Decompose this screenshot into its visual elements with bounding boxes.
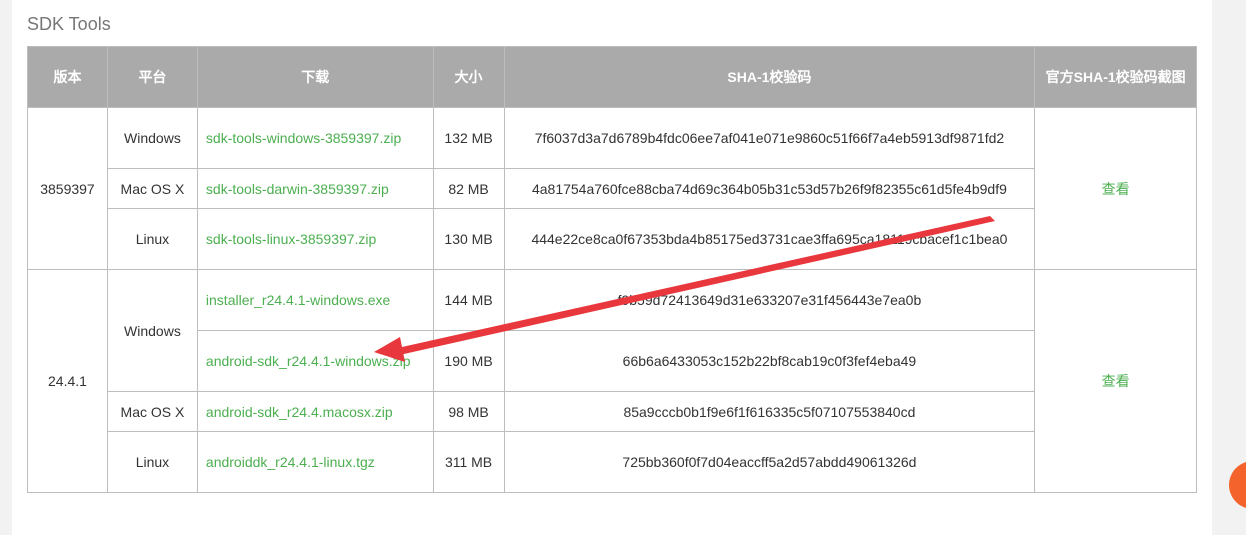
platform-cell: Mac OS X [106,168,198,209]
section-title: SDK Tools [27,14,111,34]
sha1-cell: 66b6a6433053c152b22bf8cab19c0f3fef4eba49 [503,330,1036,392]
sha1-cell: f9b59d72413649d31e633207e31f456443e7ea0b [503,269,1036,331]
header-official-sha1-screenshot: 官方SHA-1校验码截图 [1034,46,1197,108]
download-link[interactable]: sdk-tools-darwin-3859397.zip [196,168,434,209]
sha1-cell: 725bb360f0f7d04eaccff5a2d57abdd49061326d [503,431,1036,493]
table-header-row: 版本 平台 下载 大小 SHA-1校验码 官方SHA-1校验码截图 [27,46,1197,108]
size-cell: 190 MB [432,330,505,392]
version-cell: 24.4.1 [27,269,108,493]
table-row: 3859397 Windows sdk-tools-windows-385939… [27,107,1197,270]
size-cell: 82 MB [432,168,505,209]
header-version: 版本 [27,46,108,108]
platform-cell: Linux [106,208,198,270]
table-row: Mac OS X sdk-tools-darwin-3859397.zip 82… [28,168,1197,209]
download-link[interactable]: android-sdk_r24.4.1-windows.zip [196,330,434,392]
size-cell: 132 MB [432,107,505,169]
header-platform: 平台 [106,46,198,108]
table-row: Mac OS X android-sdk_r24.4.macosx.zip 98… [28,391,1197,432]
sha1-cell: 7f6037d3a7d6789b4fdc06ee7af041e071e9860c… [503,107,1036,169]
table-row: android-sdk_r24.4.1-windows.zip 190 MB 6… [28,330,1197,392]
view-screenshot-link[interactable]: 查看 [1034,269,1197,493]
platform-cell: Mac OS X [106,391,198,432]
table-row: 24.4.1 Windows installer_r24.4.1-windows… [27,269,1197,493]
download-link[interactable]: androiddk_r24.4.1-linux.tgz [196,431,434,493]
download-link[interactable]: android-sdk_r24.4.macosx.zip [196,391,434,432]
header-size: 大小 [432,46,505,108]
sdk-tools-table: 版本 平台 下载 大小 SHA-1校验码 官方SHA-1校验码截图 385939… [27,46,1197,493]
size-cell: 98 MB [432,391,505,432]
size-cell: 130 MB [432,208,505,270]
download-link[interactable]: sdk-tools-windows-3859397.zip [196,107,434,169]
header-sha1: SHA-1校验码 [503,46,1036,108]
size-cell: 144 MB [432,269,505,331]
header-download: 下载 [196,46,434,108]
version-cell: 3859397 [27,107,108,270]
table-row: Linux androiddk_r24.4.1-linux.tgz 311 MB… [28,431,1197,493]
platform-cell: Windows [106,107,198,169]
sha1-cell: 4a81754a760fce88cba74d69c364b05b31c53d57… [503,168,1036,209]
size-cell: 311 MB [432,431,505,493]
table-row: Linux sdk-tools-linux-3859397.zip 130 MB… [28,208,1197,270]
download-link[interactable]: sdk-tools-linux-3859397.zip [196,208,434,270]
platform-cell: Windows [106,269,198,392]
download-link[interactable]: installer_r24.4.1-windows.exe [196,269,434,331]
sha1-cell: 444e22ce8ca0f67353bda4b85175ed3731cae3ff… [503,208,1036,270]
view-screenshot-link[interactable]: 查看 [1034,107,1197,270]
platform-cell: Linux [106,431,198,493]
floating-action-button[interactable] [1229,461,1246,509]
sha1-cell: 85a9cccb0b1f9e6f1f616335c5f07107553840cd [503,391,1036,432]
